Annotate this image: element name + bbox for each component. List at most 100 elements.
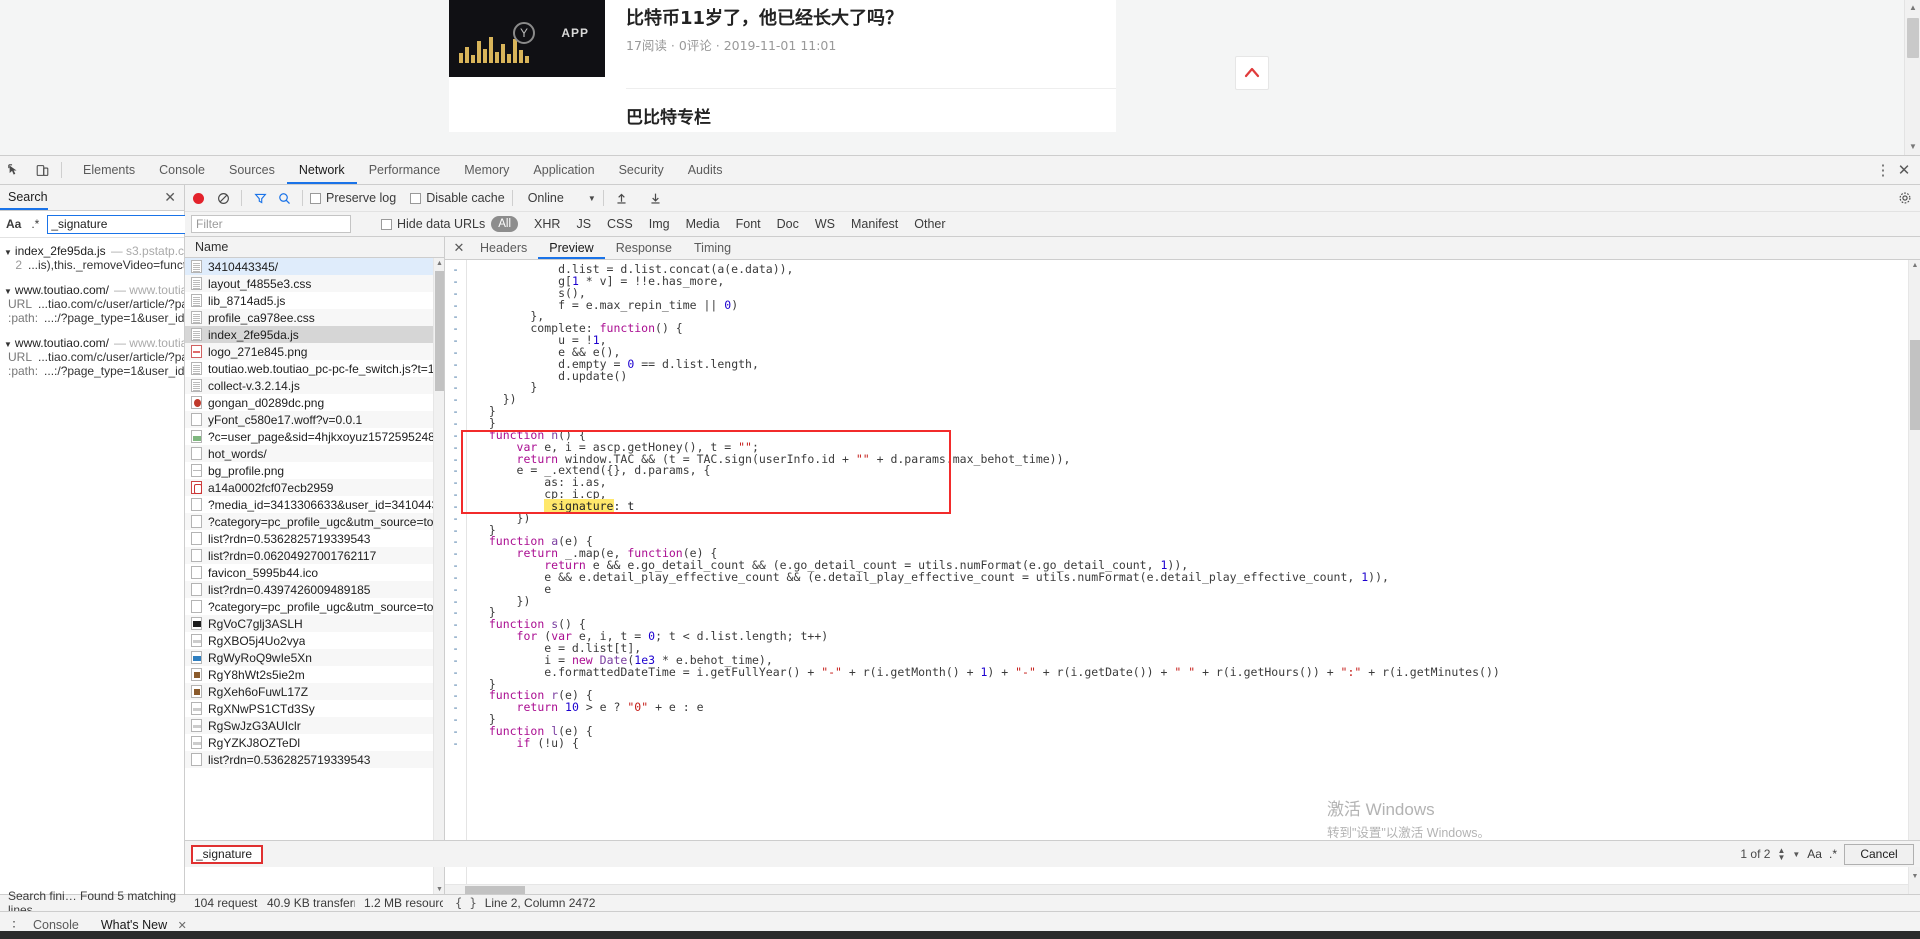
find-scope-select[interactable]: ▼ [1792, 850, 1800, 859]
request-row[interactable]: collect-v.3.2.14.js [185, 377, 444, 394]
search-result-line[interactable]: 2 ...is),this._removeVideo=function(t)..… [0, 258, 184, 272]
code-content[interactable]: d.list = d.list.concat(a(e.data)), g[1 *… [467, 260, 1920, 895]
request-row[interactable]: list?rdn=0.5362825719339543 [185, 530, 444, 547]
search-result-group[interactable]: ▼ www.toutiao.com/ — www.toutiao.co... U… [0, 333, 184, 378]
request-row[interactable]: ?media_id=3413306633&user_id=3410443345 [185, 496, 444, 513]
request-row[interactable]: list?rdn=0.4397426009489185 [185, 581, 444, 598]
search-result-file[interactable]: ▼ www.toutiao.com/ — www.toutiao.co... [0, 336, 184, 350]
type-filter-media[interactable]: Media [678, 217, 728, 231]
type-filter-other[interactable]: Other [906, 217, 953, 231]
request-row[interactable]: 3410443345/ [185, 258, 444, 275]
pretty-print-icon[interactable]: { } [455, 896, 477, 910]
request-row[interactable]: RgYZKJ8OZTeDl [185, 734, 444, 751]
search-result-file[interactable]: ▼ www.toutiao.com/ — www.toutiao.co... [0, 283, 184, 297]
type-filter-ws[interactable]: WS [807, 217, 843, 231]
type-filter-xhr[interactable]: XHR [526, 217, 568, 231]
tab-sources[interactable]: Sources [217, 156, 287, 184]
request-row[interactable]: ?c=user_page&sid=4hjkxoyuz1572595248545&… [185, 428, 444, 445]
checkbox-icon[interactable] [310, 192, 321, 204]
checkbox-icon[interactable] [410, 192, 422, 204]
close-devtools-icon[interactable]: ✕ [1894, 161, 1914, 179]
settings-gear-icon[interactable] [1894, 191, 1916, 205]
chevron-down-icon[interactable]: ▼ [1777, 854, 1785, 862]
scroll-down-arrow-icon[interactable]: ▼ [1909, 871, 1920, 883]
clear-network-icon[interactable] [212, 192, 234, 205]
filter-funnel-icon[interactable] [249, 192, 271, 205]
search-icon[interactable] [273, 192, 295, 205]
search-result-group[interactable]: ▼ www.toutiao.com/ — www.toutiao.co... U… [0, 280, 184, 325]
request-row[interactable]: hot_words/ [185, 445, 444, 462]
inspect-element-icon[interactable] [0, 156, 28, 184]
scroll-up-arrow-icon[interactable]: ▲ [434, 258, 445, 269]
export-har-icon[interactable] [645, 192, 667, 205]
chevron-down-icon[interactable]: ▼ [4, 248, 12, 257]
request-row[interactable]: RgXBO5j4Uo2vya [185, 632, 444, 649]
tab-application[interactable]: Application [521, 156, 606, 184]
scroll-down-arrow-icon[interactable]: ▼ [1905, 139, 1920, 155]
request-row[interactable]: bg_profile.png [185, 462, 444, 479]
cancel-button[interactable]: Cancel [1844, 843, 1914, 865]
page-scrollbar[interactable]: ▲ ▼ [1904, 0, 1920, 155]
tab-preview[interactable]: Preview [538, 237, 605, 259]
disable-cache-checkbox[interactable]: Disable cache [410, 191, 505, 205]
search-result-line[interactable]: :path: ...:/?page_type=1&user_id=34... [0, 311, 184, 325]
tab-audits[interactable]: Audits [676, 156, 735, 184]
type-filter-manifest[interactable]: Manifest [843, 217, 906, 231]
request-row[interactable]: RgWyRoQ9wIe5Xn [185, 649, 444, 666]
throttling-select[interactable]: Online [528, 191, 564, 205]
page-scrollbar-thumb[interactable] [1907, 18, 1919, 58]
type-filter-css[interactable]: CSS [599, 217, 641, 231]
filter-input[interactable] [191, 215, 351, 233]
more-options-icon[interactable]: ⋮ [1874, 161, 1892, 179]
request-row[interactable]: lib_8714ad5.js [185, 292, 444, 309]
record-stop-icon[interactable] [193, 192, 204, 204]
request-scrollbar-thumb[interactable] [435, 271, 444, 391]
search-result-line[interactable]: URL ...tiao.com/c/user/article/?page... [0, 350, 184, 364]
scroll-up-arrow-icon[interactable]: ▲ [1909, 260, 1920, 272]
chevron-down-icon[interactable]: ▼ [4, 287, 12, 296]
tab-headers[interactable]: Headers [469, 237, 538, 259]
tab-response[interactable]: Response [605, 237, 683, 259]
tab-performance[interactable]: Performance [357, 156, 453, 184]
match-case-toggle[interactable]: Aa [4, 217, 23, 231]
request-row[interactable]: profile_ca978ee.css [185, 309, 444, 326]
request-row[interactable]: layout_f4855e3.css [185, 275, 444, 292]
tab-timing[interactable]: Timing [683, 237, 742, 259]
request-row[interactable]: toutiao.web.toutiao_pc-pc-fe_switch.js?t… [185, 360, 444, 377]
request-row[interactable]: yFont_c580e17.woff?v=0.0.1 [185, 411, 444, 428]
search-result-group[interactable]: ▼ index_2fe95da.js — s3.pstatp.com/to...… [0, 241, 184, 272]
request-row[interactable]: list?rdn=0.06204927001762117 [185, 547, 444, 564]
request-row[interactable]: ?category=pc_profile_ugc&utm_source=tout… [185, 598, 444, 615]
request-row[interactable]: RgXNwPS1CTd3Sy [185, 700, 444, 717]
request-row[interactable]: RgVoC7glj3ASLH [185, 615, 444, 632]
find-input[interactable] [191, 844, 263, 864]
preserve-log-checkbox[interactable]: Preserve log [310, 191, 396, 205]
request-row[interactable]: gongan_d0289dc.png [185, 394, 444, 411]
checkbox-icon[interactable] [381, 218, 392, 230]
request-row[interactable]: RgY8hWt2s5ie2m [185, 666, 444, 683]
type-filter-doc[interactable]: Doc [769, 217, 807, 231]
type-filter-font[interactable]: Font [728, 217, 769, 231]
toggle-device-toolbar-icon[interactable] [28, 156, 56, 184]
search-result-line[interactable]: :path: ...:/?page_type=1&user_id=34... [0, 364, 184, 378]
search-result-line[interactable]: URL ...tiao.com/c/user/article/?page... [0, 297, 184, 311]
chevron-down-icon[interactable]: ▼ [4, 340, 12, 349]
chevron-down-icon[interactable]: ▼ [1792, 850, 1800, 859]
chevron-down-icon[interactable]: ▼ [588, 194, 596, 203]
tab-network[interactable]: Network [286, 156, 357, 184]
back-to-top-button[interactable] [1235, 56, 1269, 90]
find-match-case-toggle[interactable]: Aa [1807, 847, 1822, 861]
request-row[interactable]: index_2fe95da.js [185, 326, 444, 343]
close-icon[interactable]: ✕ [164, 189, 176, 206]
search-result-file[interactable]: ▼ index_2fe95da.js — s3.pstatp.com/to... [0, 244, 184, 258]
type-filter-img[interactable]: Img [641, 217, 678, 231]
request-row[interactable]: list?rdn=0.5362825719339543 [185, 751, 444, 768]
tab-console[interactable]: Console [147, 156, 217, 184]
code-vscroll-thumb[interactable] [1910, 340, 1920, 430]
type-filter-all[interactable]: All [491, 216, 519, 232]
type-filter-js[interactable]: JS [568, 217, 599, 231]
hide-data-urls-checkbox[interactable]: Hide data URLs [381, 217, 485, 231]
tab-security[interactable]: Security [607, 156, 676, 184]
scroll-up-arrow-icon[interactable]: ▲ [1905, 0, 1920, 16]
tab-memory[interactable]: Memory [452, 156, 521, 184]
